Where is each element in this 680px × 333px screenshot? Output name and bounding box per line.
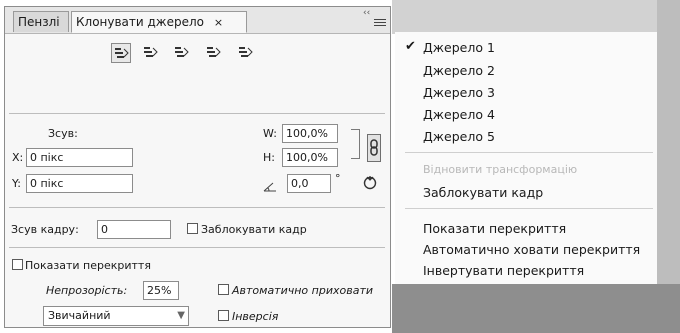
maintain-aspect-ratio-button[interactable] <box>367 134 381 162</box>
opacity-field[interactable]: 25% <box>143 281 179 300</box>
chevron-down-icon: ▼ <box>177 310 185 321</box>
offset-label: Зсув: <box>48 127 78 140</box>
clone-source-5-button[interactable] <box>236 43 256 63</box>
tab-brushes[interactable]: Пензлі <box>13 11 69 32</box>
show-overlay-label: Показати перекриття <box>25 259 151 272</box>
menu-item-source-4[interactable]: Джерело 4 <box>423 107 495 122</box>
menu-item-source-1[interactable]: Джерело 1 <box>423 40 495 55</box>
y-offset-field[interactable]: 0 пікс <box>26 174 133 193</box>
rotation-angle-field[interactable]: 0,0 <box>287 174 331 193</box>
clone-source-4-button[interactable] <box>204 43 224 63</box>
menu-item-invert-overlay[interactable]: Інвертувати перекриття <box>423 263 584 278</box>
tab-close-icon[interactable]: × <box>214 16 223 29</box>
chain-link-icon <box>370 139 378 156</box>
lock-frame-checkbox[interactable] <box>187 223 198 234</box>
clone-source-2-button[interactable] <box>141 43 161 63</box>
checkmark-icon: ✔ <box>405 39 416 54</box>
height-label: H: <box>263 151 275 164</box>
panel-flyout-menu: ✔ Джерело 1 Джерело 2 Джерело 3 Джерело … <box>395 32 657 284</box>
clone-source-panel: Пензлі Клонувати джерело × ‹‹ Зсув: W: 1… <box>4 6 391 328</box>
tab-brushes-label: Пензлі <box>18 15 60 29</box>
clone-source-2-icon <box>144 47 158 57</box>
clone-source-4-icon <box>207 47 221 57</box>
lock-frame-label: Заблокувати кадр <box>201 223 307 236</box>
clone-source-1-button[interactable] <box>111 43 131 63</box>
menu-separator <box>405 152 653 153</box>
menu-item-source-3[interactable]: Джерело 3 <box>423 85 495 100</box>
menu-item-source-5[interactable]: Джерело 5 <box>423 129 495 144</box>
show-overlay-checkbox[interactable] <box>12 259 23 270</box>
blend-mode-value: Звичайний <box>48 309 111 322</box>
tab-clone-source-label: Клонувати джерело <box>76 15 205 29</box>
panel-menu-icon[interactable] <box>374 19 386 29</box>
clone-source-5-icon <box>239 47 253 57</box>
y-label: Y: <box>12 177 21 190</box>
opacity-label: Непрозорість: <box>46 284 128 297</box>
collapse-panel-icon[interactable]: ‹‹ <box>363 9 370 18</box>
width-label: W: <box>263 127 277 140</box>
menu-item-reset-transform: Відновити трансформацію <box>423 163 578 176</box>
width-scale-field[interactable]: 100,0% <box>282 124 338 143</box>
menu-item-show-overlay[interactable]: Показати перекриття <box>423 221 566 236</box>
angle-icon <box>263 177 277 192</box>
x-label: X: <box>12 151 24 164</box>
background-photo-bottom <box>392 284 680 333</box>
menu-item-lock-frame[interactable]: Заблокувати кадр <box>423 185 543 200</box>
tab-clone-source[interactable]: Клонувати джерело × <box>71 11 247 33</box>
reset-transform-icon[interactable] <box>362 174 378 190</box>
auto-hide-label: Автоматично приховати <box>232 284 374 297</box>
background-photo-top <box>392 0 680 34</box>
blend-mode-select[interactable]: Звичайний ▼ <box>43 306 189 326</box>
menu-separator <box>405 208 653 209</box>
height-scale-field[interactable]: 100,0% <box>282 148 338 167</box>
x-offset-field[interactable]: 0 пікс <box>26 148 133 167</box>
panel-tab-bar: Пензлі Клонувати джерело × ‹‹ <box>5 7 390 34</box>
frame-offset-field[interactable]: 0 <box>97 220 171 239</box>
invert-label: Інверсія <box>232 310 279 323</box>
frame-offset-label: Зсув кадру: <box>11 223 79 236</box>
degree-symbol: ° <box>335 172 341 185</box>
clone-source-3-icon <box>175 47 189 57</box>
clone-source-1-icon <box>115 48 129 58</box>
divider <box>9 247 385 248</box>
menu-item-source-2[interactable]: Джерело 2 <box>423 63 495 78</box>
divider <box>9 113 385 114</box>
link-bracket <box>351 129 360 159</box>
auto-hide-checkbox[interactable] <box>218 284 229 295</box>
menu-item-auto-hide-overlay[interactable]: Автоматично ховати перекриття <box>423 242 640 257</box>
invert-checkbox[interactable] <box>218 310 229 321</box>
divider <box>9 207 385 208</box>
clone-source-3-button[interactable] <box>172 43 192 63</box>
